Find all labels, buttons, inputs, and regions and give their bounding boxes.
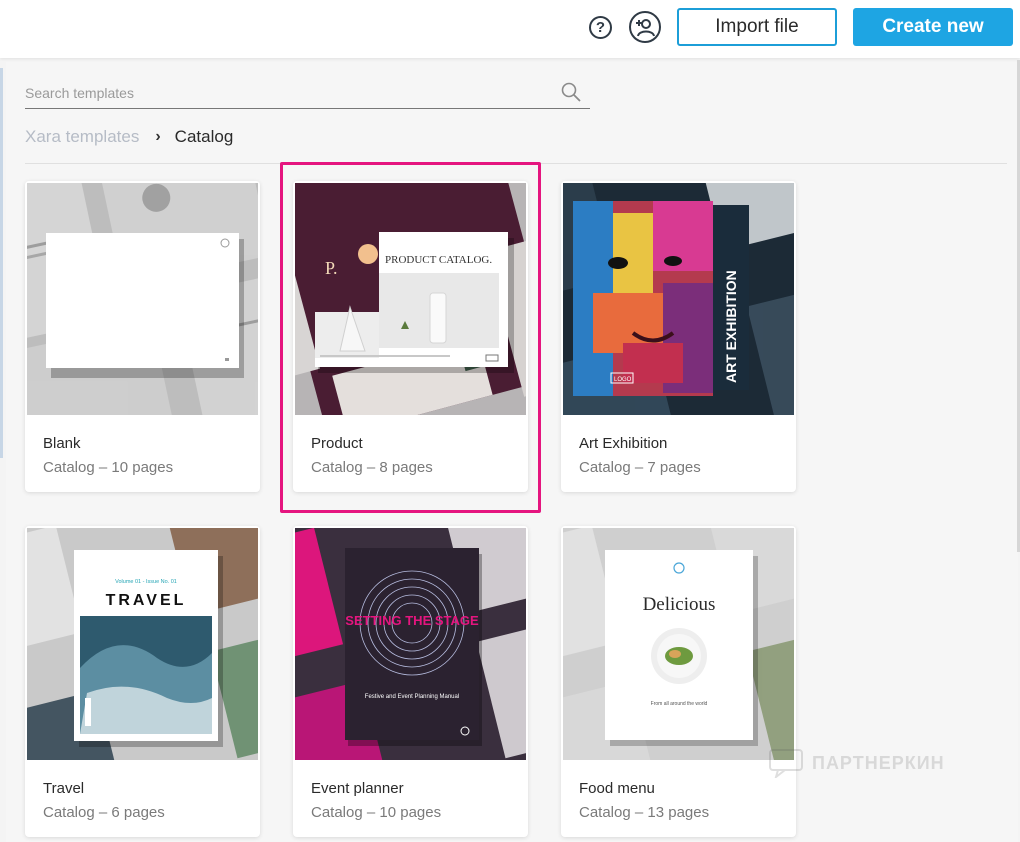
chat-bubble-icon	[769, 749, 803, 778]
thumb-badge: LOGO	[614, 377, 632, 383]
thumb-heading: PRODUCT CATALOG.	[385, 254, 492, 266]
breadcrumb-root[interactable]: Xara templates	[25, 127, 139, 147]
thumb-tagline: From all around the world	[651, 701, 708, 707]
left-edge	[0, 68, 3, 458]
thumb-issue: Volume 01 - Issue No. 01	[115, 579, 177, 585]
top-bar: ? Import file Create new	[0, 0, 1020, 58]
card-title: Art Exhibition	[579, 435, 668, 452]
template-card-food-menu[interactable]: Delicious From all around the world Food…	[561, 526, 796, 837]
thumb-subheading: Festive and Event Planning Manual	[365, 694, 459, 700]
card-subtitle: Catalog – 8 pages	[311, 459, 433, 476]
card-subtitle: Catalog – 10 pages	[311, 804, 442, 821]
template-thumbnail: SETTING THE STAGE Festive and Event Plan…	[295, 528, 526, 760]
card-subtitle: Catalog – 7 pages	[579, 459, 701, 476]
template-card-art-exhibition[interactable]: ART EXHIBITION LOGO Art Exhibition Catal…	[561, 181, 796, 492]
create-new-button[interactable]: Create new	[853, 8, 1013, 46]
template-card-blank[interactable]: Blank Catalog – 10 pages	[25, 181, 260, 492]
card-title: Travel	[43, 780, 85, 797]
card-title: Food menu	[579, 780, 655, 797]
template-thumbnail: Delicious From all around the world	[563, 528, 794, 760]
add-user-icon[interactable]	[629, 11, 661, 43]
breadcrumb-current: Catalog	[174, 127, 234, 146]
search-input[interactable]	[25, 80, 555, 106]
card-title: Blank	[43, 435, 81, 452]
divider	[25, 163, 1007, 164]
chevron-right-icon: ›	[155, 128, 161, 145]
thumb-heading: SETTING THE STAGE	[345, 613, 479, 628]
card-title: Product	[311, 435, 363, 452]
watermark-text: ПАРТНЕРКИН	[812, 752, 945, 773]
template-thumbnail: ART EXHIBITION LOGO	[563, 183, 794, 415]
template-thumbnail	[27, 183, 258, 415]
thumb-heading: ART EXHIBITION	[723, 270, 739, 383]
watermark: ПАРТНЕРКИН	[768, 748, 945, 778]
card-subtitle: Catalog – 6 pages	[43, 804, 165, 821]
template-thumbnail: P. PRODUCT CATALOG.	[295, 183, 526, 415]
search-icon[interactable]	[560, 81, 582, 103]
template-card-travel[interactable]: Volume 01 - Issue No. 01 TRAVEL Travel C…	[25, 526, 260, 837]
thumb-heading: Delicious	[643, 594, 716, 615]
breadcrumb: Xara templates › Catalog	[25, 126, 233, 148]
template-card-event-planner[interactable]: SETTING THE STAGE Festive and Event Plan…	[293, 526, 528, 837]
template-thumbnail: Volume 01 - Issue No. 01 TRAVEL	[27, 528, 258, 760]
card-subtitle: Catalog – 10 pages	[43, 459, 174, 476]
thumb-letter: P.	[325, 258, 338, 278]
thumb-heading: TRAVEL	[106, 592, 187, 609]
help-icon[interactable]: ?	[589, 16, 612, 39]
template-card-product[interactable]: P. PRODUCT CATALOG. Product Catalog – 8 …	[293, 181, 528, 492]
search-bar	[25, 80, 590, 109]
card-subtitle: Catalog – 13 pages	[579, 804, 710, 821]
import-file-button[interactable]: Import file	[677, 8, 837, 46]
card-title: Event planner	[311, 780, 404, 797]
